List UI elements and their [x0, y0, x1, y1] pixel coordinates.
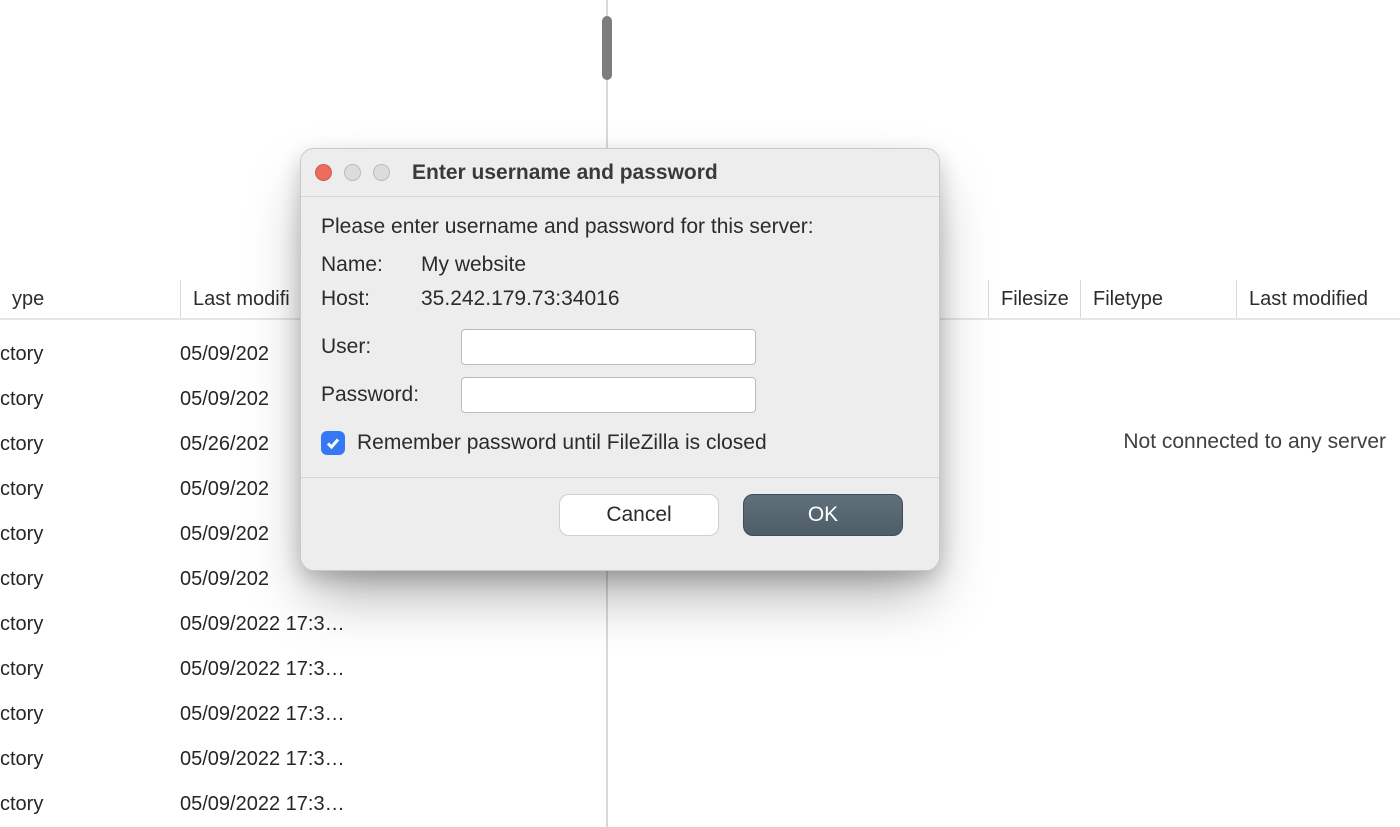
host-row: Host: 35.242.179.73:34016	[321, 287, 919, 311]
password-label: Password:	[321, 383, 461, 407]
ok-button[interactable]: OK	[743, 494, 903, 536]
modified-cell: 05/09/2022 17:3…	[180, 613, 606, 636]
table-row[interactable]: ctory05/09/2022 17:3…	[0, 737, 606, 782]
filetype-cell: ctory	[0, 478, 180, 501]
credentials-form: User: Password: Remember password until …	[321, 329, 919, 455]
filetype-cell: ctory	[0, 388, 180, 411]
table-row[interactable]: ctory05/09/2022 17:3…	[0, 602, 606, 647]
filetype-cell: ctory	[0, 793, 180, 816]
filetype-cell: ctory	[0, 703, 180, 726]
user-row: User:	[321, 329, 919, 365]
dialog-buttons: Cancel OK	[321, 478, 919, 554]
table-row[interactable]: ctory05/09/2022 17:3…	[0, 692, 606, 737]
modified-cell: 05/09/2022 17:3…	[180, 703, 606, 726]
modified-cell: 05/09/2022 17:3…	[180, 748, 606, 771]
dialog-titlebar: Enter username and password	[301, 149, 939, 197]
host-label: Host:	[321, 287, 421, 311]
remember-checkbox[interactable]	[321, 431, 345, 455]
column-header-filesize[interactable]: Filesize	[988, 280, 1080, 318]
password-input[interactable]	[461, 377, 756, 413]
table-row[interactable]: ctory05/09/2022 17:3…	[0, 647, 606, 692]
check-icon	[325, 435, 341, 451]
minimize-icon	[344, 164, 361, 181]
filetype-cell: ctory	[0, 568, 180, 591]
user-label: User:	[321, 335, 461, 359]
column-header-filetype-remote[interactable]: Filetype	[1080, 280, 1236, 318]
column-header-last-modified-remote[interactable]: Last modified	[1236, 280, 1400, 318]
modified-cell: 05/09/2022 17:3…	[180, 793, 606, 816]
table-row[interactable]: ctory05/09/2022 17:3…	[0, 782, 606, 827]
zoom-icon	[373, 164, 390, 181]
cancel-button[interactable]: Cancel	[559, 494, 719, 536]
close-icon[interactable]	[315, 164, 332, 181]
name-value: My website	[421, 253, 526, 277]
name-label: Name:	[321, 253, 421, 277]
filetype-cell: ctory	[0, 748, 180, 771]
modified-cell: 05/09/202	[180, 568, 606, 591]
filetype-cell: ctory	[0, 658, 180, 681]
filetype-cell: ctory	[0, 343, 180, 366]
filetype-cell: ctory	[0, 613, 180, 636]
modified-cell: 05/09/2022 17:3…	[180, 658, 606, 681]
host-value: 35.242.179.73:34016	[421, 287, 620, 311]
remember-row: Remember password until FileZilla is clo…	[321, 431, 919, 455]
password-row: Password:	[321, 377, 919, 413]
credentials-dialog: Enter username and password Please enter…	[300, 148, 940, 571]
traffic-lights	[315, 164, 390, 181]
remember-label: Remember password until FileZilla is clo…	[357, 431, 767, 455]
dialog-prompt: Please enter username and password for t…	[321, 215, 919, 239]
name-row: Name: My website	[321, 253, 919, 277]
dialog-body: Please enter username and password for t…	[301, 197, 939, 570]
filetype-cell: ctory	[0, 433, 180, 456]
dialog-title: Enter username and password	[390, 161, 925, 185]
column-header-filetype[interactable]: ype	[0, 280, 180, 318]
filetype-cell: ctory	[0, 523, 180, 546]
user-input[interactable]	[461, 329, 756, 365]
